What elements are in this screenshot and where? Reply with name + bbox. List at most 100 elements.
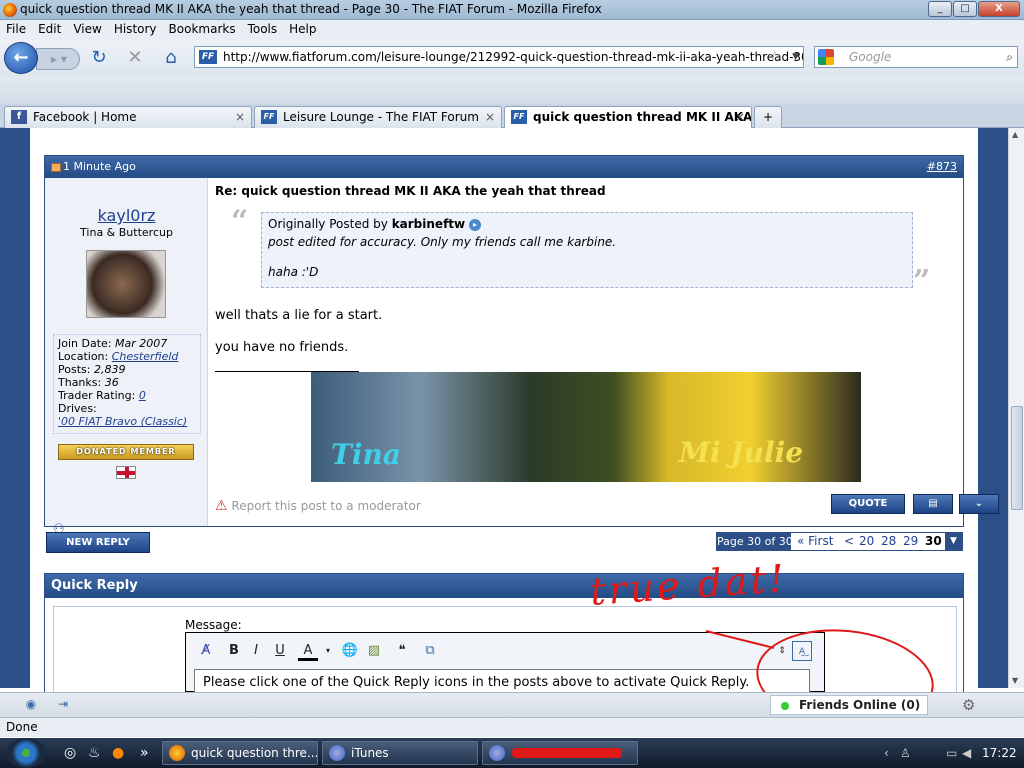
insert-image-icon[interactable]: ▨ [364,641,384,661]
menu-bookmarks[interactable]: Bookmarks [163,20,242,38]
first-page-link[interactable]: « First [797,533,833,550]
search-icon[interactable]: ⌕ [1006,47,1013,67]
italic-icon[interactable]: I [246,641,266,661]
forward-button[interactable]: ▸ ▾ [36,48,80,70]
tab-close-icon[interactable]: × [735,107,745,127]
page-link-29[interactable]: 29 [903,533,918,550]
font-color-dropdown-icon[interactable]: ▾ [318,641,338,661]
home-icon[interactable]: ⌂ [160,48,182,68]
drives-label: Drives: [58,402,97,415]
tab-quick-question[interactable]: FF quick question thread MK II AKA ... × [504,106,752,129]
toggle-mode-icon[interactable]: ⧉ [420,641,440,661]
report-link[interactable]: ⚠ Report this post to a moderator [215,498,421,514]
avatar[interactable] [86,250,166,318]
bold-icon[interactable]: B [224,641,244,661]
message-editor: A̸ B I U A ▾ 🌐 ▨ ❝ ⧉ ⇕ A͜ Please click o… [185,632,825,693]
trader-label: Trader Rating: [58,389,136,402]
message-label: Message: [185,618,242,632]
taskbar-itunes[interactable]: iTunes [322,741,478,765]
menu-view[interactable]: View [67,20,107,38]
network-user-icon[interactable]: ♙ [900,746,911,760]
pager-dropdown-icon[interactable]: ▼ [945,533,962,550]
volume-icon[interactable]: ◀ [962,746,971,760]
post-time: 1 Minute Ago [63,160,136,173]
page-link-28[interactable]: 28 [881,533,896,550]
steam-icon[interactable]: ♨ [88,745,101,761]
stop-icon[interactable]: ✕ [124,48,146,68]
firefox-task-icon [169,745,185,761]
location-link[interactable]: Chesterfield [112,350,179,363]
posts-label: Posts: [58,363,91,376]
remove-format-icon[interactable]: A̸ [196,641,216,661]
view-post-icon[interactable]: ▸ [468,218,481,231]
firefox-quicklaunch-icon[interactable]: ● [112,745,124,761]
open-quote-icon: “ [231,204,249,239]
prev-page-link[interactable]: < [844,533,854,550]
uk-flag-icon [116,466,136,479]
ie-icon[interactable]: ◎ [64,745,76,761]
quick-reply-title: Quick Reply [45,574,963,598]
close-quote-icon: ” [913,264,931,299]
tab-leisure-lounge[interactable]: FF Leisure Lounge - The FIAT Forum × [254,106,502,128]
taskbar-firefox[interactable]: quick question thre... [162,741,318,765]
insert-quote-icon[interactable]: ❝ [392,641,412,661]
scroll-up-icon[interactable]: ▲ [1012,130,1018,139]
expand-icon[interactable]: » [140,745,149,761]
user-title: Tina & Buttercup [80,226,173,239]
sidebar-toggle-icon[interactable]: ⇥ [54,697,72,713]
star-icon[interactable]: ☆ [768,47,781,67]
gear-icon[interactable]: ⚙ [962,696,975,714]
taskbar-itunes-label: iTunes [351,746,389,760]
tab-close-icon[interactable]: × [485,107,495,127]
display-icon[interactable]: ▭ [946,746,957,760]
window-title: quick question thread MK II AKA the yeah… [20,2,602,16]
page-label: Page 30 of 30 [717,533,793,550]
new-tab-button[interactable]: + [754,106,782,128]
multiquote-button[interactable]: ▤ [913,494,953,514]
more-options-button[interactable]: ⌄ [959,494,999,514]
scroll-down-icon[interactable]: ▼ [1012,676,1018,685]
reload-icon[interactable]: ↻ [88,48,110,68]
status-text: Done [6,720,38,734]
insert-link-icon[interactable]: 🌐 [340,641,360,661]
minimize-button[interactable]: _ [928,1,952,17]
tab-label: quick question thread MK II AKA ... [533,110,752,124]
message-textarea[interactable]: Please click one of the Quick Reply icon… [194,669,810,693]
bookmarks-toolbar [0,76,1024,104]
friends-online-button[interactable]: Friends Online (0) [770,695,928,715]
tab-close-icon[interactable]: × [235,107,245,127]
scrollbar-thumb[interactable] [1011,406,1023,510]
vertical-scrollbar[interactable]: ▲ ▼ [1008,128,1024,688]
menu-history[interactable]: History [108,20,163,38]
warning-icon: ⚠ [215,498,228,514]
url-dropdown-icon[interactable]: ▼ [792,47,799,67]
google-icon[interactable] [818,49,834,65]
close-button[interactable]: X [978,1,1020,17]
username-link[interactable]: kayl0rz [45,206,208,225]
back-button[interactable]: ← [4,42,38,74]
quote-button[interactable]: QUOTE [831,494,905,514]
menu-edit[interactable]: Edit [32,20,67,38]
menu-help[interactable]: Help [283,20,322,38]
search-input[interactable]: Google ⌕ [814,46,1018,68]
tab-facebook[interactable]: f Facebook | Home × [4,106,252,128]
join-value: Mar 2007 [115,337,168,350]
post-number-link[interactable]: #873 [927,156,957,178]
page-link-20[interactable]: 20 [859,533,874,550]
menu-tools[interactable]: Tools [242,20,284,38]
signature-image: Tina Mi Julie [311,372,861,482]
menu-file[interactable]: File [0,20,32,38]
tray-expand-icon[interactable]: ‹ [884,746,889,760]
start-button[interactable] [6,738,46,768]
drives-link[interactable]: '00 FIAT Bravo (Classic) [58,415,187,428]
url-bar[interactable]: FF http://www.fiatforum.com/leisure-loun… [194,46,804,68]
app-icon [489,745,505,761]
font-color-icon[interactable]: A [298,641,318,661]
post-header: 1 Minute Ago #873 [45,156,963,178]
trader-link[interactable]: 0 [139,389,146,402]
maximize-button[interactable]: □ [953,1,977,17]
underline-icon[interactable]: U [270,641,290,661]
new-reply-button[interactable]: NEW REPLY [46,532,150,553]
firefox-icon [3,3,17,17]
globe-icon[interactable]: ◉ [22,697,40,713]
